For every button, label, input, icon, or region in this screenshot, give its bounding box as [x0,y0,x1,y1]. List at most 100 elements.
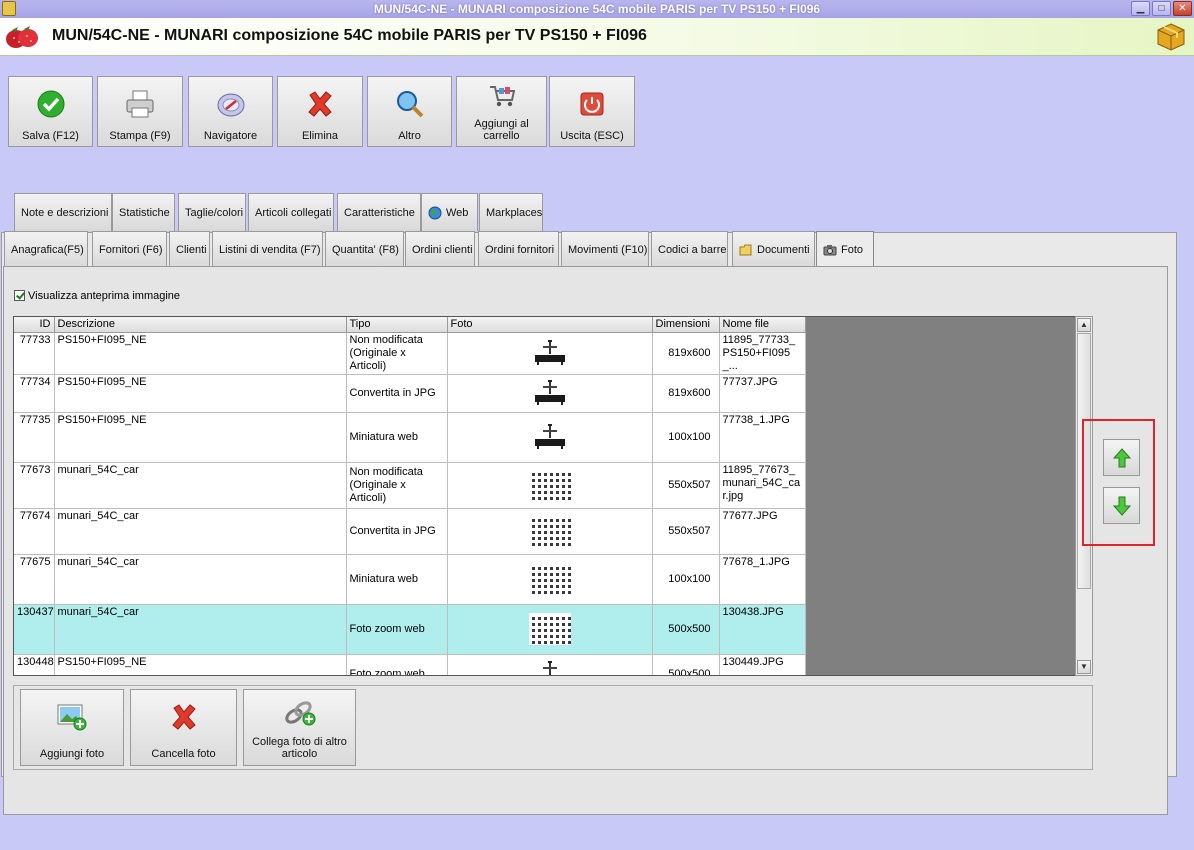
tab-photos[interactable]: Foto [816,231,874,268]
add-to-cart-label-line1: Aggiungi al [474,118,529,130]
table-row[interactable]: 77733 PS150+FI095_NE Non modificata (Origi… [14,332,806,375]
tab-photos-label: Foto [841,244,864,256]
table-row[interactable]: 77674 munari_54C_car Convertita in JPG 550x… [14,508,806,555]
tab-registry[interactable]: Anagrafica(F5) [4,231,88,267]
tab-sizes-colors[interactable]: Taglie/colori [178,193,246,231]
close-window-button[interactable]: ✕ [1173,1,1192,16]
table-row[interactable]: 77673 munari_54C_car Non modificata (Origi… [14,462,806,509]
column-header-dimensions[interactable]: Dimensioni [652,317,720,333]
tab-supplier-orders[interactable]: Ordini fornitori [478,231,559,267]
checkbox-checked[interactable] [14,290,25,301]
cell-type: Foto zoom web [346,604,448,655]
table-row[interactable]: 77735 PS150+FI095_NE Miniatura web 100x100 7… [14,412,806,463]
cell-type: Non modificata (Originale x Articoli) [346,332,448,375]
tab-notes[interactable]: Note e descrizioni [14,193,112,231]
link-photo-label: Collega foto di altro articolo [244,736,355,760]
delete-button[interactable]: Elimina [277,76,363,147]
tv-stand-thumbnail [528,337,571,369]
cell-dimensions: 819x600 [652,374,720,413]
printer-icon [126,90,154,118]
column-header-description[interactable]: Descrizione [54,317,347,333]
add-image-icon [57,704,87,731]
tab-movements[interactable]: Movimenti (F10) [561,231,649,267]
tab-quantity[interactable]: Quantita' (F8) [325,231,404,267]
tab-web[interactable]: Web [421,193,478,231]
cell-photo [447,508,653,555]
cell-type: Convertita in JPG [346,374,448,413]
add-photo-button[interactable]: Aggiungi foto [20,689,124,766]
cell-id: 77674 [14,508,55,555]
window-title: MUN/54C-NE - MUNARI composizione 54C mob… [373,2,821,16]
column-header-id[interactable]: ID [14,317,55,333]
tv-stand-thumbnail [528,421,571,453]
table-row[interactable]: 77734 PS150+FI095_NE Convertita in JPG 819x… [14,374,806,413]
camera-icon [823,245,837,256]
cell-description: PS150+FI095_NE [54,332,347,375]
cell-id: 77673 [14,462,55,509]
tab-price-lists[interactable]: Listini di vendita (F7) [212,231,323,267]
table-row[interactable]: 77675 munari_54C_car Miniatura web 100x100 7… [14,554,806,605]
print-button[interactable]: Stampa (F9) [97,76,183,147]
cell-photo [447,654,653,675]
cell-photo [447,332,653,375]
navigator-button[interactable]: Navigatore [188,76,273,147]
tab-marketplaces[interactable]: Markplaces [479,193,543,231]
add-to-cart-label: Aggiungi al carrello [457,118,546,142]
link-photo-button[interactable]: Collega foto di altro articolo [243,689,356,766]
column-header-type[interactable]: Tipo [346,317,448,333]
photo-table: ID Descrizione Tipo Foto Dimensioni Nome… [14,317,806,675]
tab-customer-orders[interactable]: Ordini clienti [405,231,475,267]
cell-id: 77675 [14,554,55,605]
column-header-photo[interactable]: Foto [447,317,653,333]
other-button[interactable]: Altro [367,76,452,147]
minimize-button[interactable]: ▁ [1131,1,1150,16]
cell-filename: 130449.JPG [719,654,806,675]
save-button[interactable]: Salva (F12) [8,76,93,147]
power-icon [580,92,604,116]
compass-icon [217,93,244,117]
delete-photo-label: Cancella foto [151,748,216,760]
cell-description: PS150+FI095_NE [54,654,347,675]
column-header-filename[interactable]: Nome file [719,317,806,333]
table-row[interactable]: 130437 munari_54C_car Foto zoom web 500x500… [14,604,806,655]
cell-id: 77735 [14,412,55,463]
product-sheet-thumbnail [528,613,571,645]
exit-button[interactable]: Uscita (ESC) [549,76,635,147]
delete-label: Elimina [301,130,339,142]
cell-photo [447,462,653,509]
tab-documents[interactable]: Documenti [732,231,815,267]
tab-barcodes[interactable]: Codici a barre [651,231,728,267]
cell-type: Convertita in JPG [346,508,448,555]
maximize-button[interactable]: □ [1152,1,1171,16]
move-down-button[interactable] [1103,487,1140,524]
cell-filename: 11895_77733_PS150+FI095_... [719,332,806,375]
cell-type: Non modificata (Originale x Articoli) [346,462,448,509]
tab-customers[interactable]: Clienti [169,231,210,267]
move-up-button[interactable] [1103,439,1140,476]
form-header: MUN/54C-NE - MUNARI composizione 54C mob… [0,18,1194,56]
table-row[interactable]: 130448 PS150+FI095_NE Foto zoom web 500x500… [14,654,806,675]
preview-checkbox-label: Visualizza anteprima immagine [28,290,181,302]
cell-dimensions: 100x100 [652,554,720,605]
scroll-down-arrow[interactable]: ▼ [1077,660,1091,674]
cell-photo [447,374,653,413]
red-x-icon [308,91,332,117]
cart-icon [489,86,515,107]
scroll-up-arrow[interactable]: ▲ [1077,318,1091,332]
cell-filename: 77678_1.JPG [719,554,806,605]
add-to-cart-button[interactable]: Aggiungi al carrello [456,76,547,147]
tab-statistics[interactable]: Statistiche [112,193,175,231]
page-title: MUN/54C-NE - MUNARI composizione 54C mob… [52,27,647,44]
cell-photo [447,412,653,463]
photo-grid[interactable]: ID Descrizione Tipo Foto Dimensioni Nome… [13,316,1093,676]
tab-suppliers[interactable]: Fornitori (F6) [92,231,167,267]
delete-photo-button[interactable]: Cancella foto [130,689,237,766]
cell-filename: 77738_1.JPG [719,412,806,463]
exit-label: Uscita (ESC) [560,130,624,142]
tab-features[interactable]: Caratteristiche [337,193,421,231]
preview-image-checkbox[interactable]: Visualizza anteprima immagine [14,290,180,302]
cell-photo [447,554,653,605]
cell-dimensions: 500x500 [652,604,720,655]
product-sheet-thumbnail [528,563,571,595]
tab-linked-items[interactable]: Articoli collegati [248,193,334,231]
